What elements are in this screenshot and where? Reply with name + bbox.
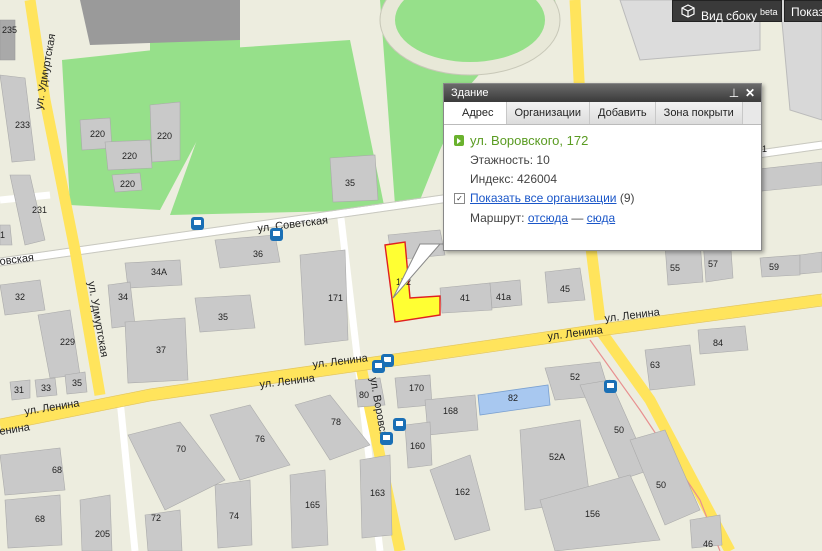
show-label: Показ (791, 5, 822, 19)
checkbox-icon[interactable]: ✓ (454, 193, 465, 205)
bnum: 229 (60, 337, 75, 347)
bnum: 68 (52, 465, 62, 475)
show-button[interactable]: Показ (784, 0, 822, 22)
bnum: 33 (41, 383, 51, 393)
tab-coverage[interactable]: Зона покрыти (655, 102, 743, 124)
orgs-row: ✓ Показать все организации (9) (454, 191, 751, 205)
bnum: 220 (157, 131, 172, 141)
bnum: 34 (118, 292, 128, 302)
route-row: Маршрут: отсюда — сюда (470, 211, 751, 225)
bnum: 52 (570, 372, 580, 382)
beta-badge: beta (759, 7, 778, 17)
route-label: Маршрут: (470, 211, 525, 225)
bnum: 163 (370, 488, 385, 498)
bnum: 31 (14, 385, 24, 395)
bnum: 55 (670, 263, 680, 273)
close-icon[interactable]: ✕ (743, 86, 757, 100)
pin-icon[interactable]: ⊥ (727, 86, 741, 100)
popup-title: Здание (451, 87, 489, 99)
bus-stop-icon (270, 228, 283, 241)
bnum: 235 (2, 25, 17, 35)
bus-stop-icon (372, 360, 385, 373)
bnum: 220 (120, 179, 135, 189)
orgs-count: (9) (619, 191, 635, 205)
bnum: 1 (0, 230, 5, 240)
bnum: 168 (443, 406, 458, 416)
tab-organizations[interactable]: Организации (506, 102, 591, 124)
bnum: 1 (762, 144, 767, 154)
bnum: 162 (455, 487, 470, 497)
bnum: 59 (769, 262, 779, 272)
bnum: 72 (151, 513, 161, 523)
route-from-link[interactable]: отсюда (528, 211, 568, 225)
bnum: 41 (460, 293, 470, 303)
address-text: ул. Воровского, 172 (470, 133, 589, 148)
bnum: 220 (90, 129, 105, 139)
bnum: 233 (15, 120, 30, 130)
side-view-label: Вид сбоку (701, 9, 757, 23)
side-view-button[interactable]: Вид сбоку beta (672, 0, 782, 23)
building-popup: Здание ⊥ ✕ Адрес Организации Добавить Зо… (443, 83, 762, 251)
bnum: 70 (176, 444, 186, 454)
tab-add[interactable]: Добавить (590, 102, 656, 124)
route-dash: — (571, 211, 584, 225)
bnum: 45 (560, 284, 570, 294)
bnum: 170 (409, 383, 424, 393)
bus-stop-icon (393, 418, 406, 431)
bnum: 78 (331, 417, 341, 427)
bnum: 74 (229, 511, 239, 521)
bnum: 205 (95, 529, 110, 539)
bnum: 35 (218, 312, 228, 322)
bnum: 220 (122, 151, 137, 161)
bus-stop-icon (604, 380, 617, 393)
bnum: 36 (253, 249, 263, 259)
route-to-link[interactable]: сюда (587, 211, 615, 225)
bnum: 160 (410, 441, 425, 451)
bnum: 156 (585, 509, 600, 519)
bnum: 35 (72, 378, 82, 388)
bnum: 63 (650, 360, 660, 370)
bnum: 50 (656, 480, 666, 490)
address-arrow-icon (454, 135, 464, 146)
bnum: 171 (328, 293, 343, 303)
bnum: 50 (614, 425, 624, 435)
tab-address[interactable]: Адрес (444, 102, 507, 124)
bnum: 46 (703, 539, 713, 549)
bnum: 52А (549, 452, 565, 462)
bnum: 76 (255, 434, 265, 444)
bus-stop-icon (191, 217, 204, 230)
bnum: 68 (35, 514, 45, 524)
address-row: ул. Воровского, 172 (454, 133, 751, 148)
bnum: 84 (713, 338, 723, 348)
index-text: Индекс: 426004 (470, 172, 558, 186)
bnum: 34А (151, 267, 167, 277)
popup-body: ул. Воровского, 172 Этажность: 10 Индекс… (444, 125, 761, 233)
bnum: 165 (305, 500, 320, 510)
popup-header: Здание ⊥ ✕ (444, 84, 761, 102)
bnum: 57 (708, 259, 718, 269)
show-all-orgs-link[interactable]: Показать все организации (470, 191, 617, 205)
bnum: 41а (496, 292, 511, 302)
popup-tabs: Адрес Организации Добавить Зона покрыти (444, 102, 761, 125)
bus-stop-icon (380, 432, 393, 445)
floors-text: Этажность: 10 (470, 153, 550, 167)
bnum: 37 (156, 345, 166, 355)
bnum: 35 (345, 178, 355, 188)
cube-icon (681, 4, 695, 18)
bnum: 80 (359, 390, 369, 400)
bnum: 82 (508, 393, 518, 403)
bnum: 231 (32, 205, 47, 215)
bnum: 32 (15, 292, 25, 302)
